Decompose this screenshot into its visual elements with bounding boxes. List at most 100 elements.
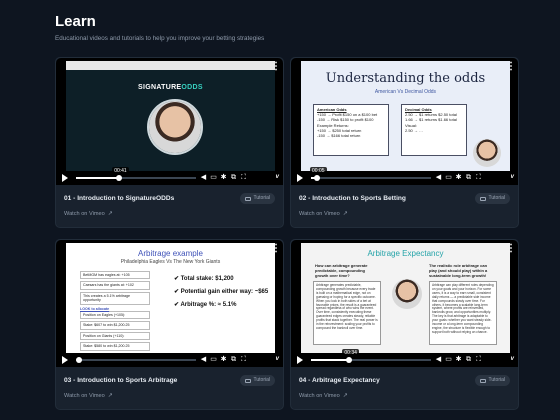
video-title: 01 - Introduction to SignatureODDs <box>64 195 175 202</box>
fullscreen-icon[interactable]: ⛶ <box>240 356 247 363</box>
pip-icon[interactable]: ⧉ <box>465 174 472 181</box>
progress-fill <box>76 177 120 179</box>
external-link-icon: ↗ <box>342 211 348 217</box>
play-icon[interactable] <box>297 356 303 364</box>
player-controls: 00:34 ◀ ▭ ✱ ⧉ ⛶ v <box>291 349 518 367</box>
pip-icon[interactable]: ⧉ <box>465 356 472 363</box>
watch-on-vimeo-link[interactable]: Watch on Vimeo ↗ <box>299 210 348 218</box>
video-card-1: SIGNATUREODDS ⋮ 00:41 ◀ ▭ ✱ ⧉ ⛶ v 01 - I… <box>55 57 284 228</box>
progress-bar[interactable]: 00:34 <box>311 349 431 363</box>
video-card-4: Arbitrage Expectancy How can arbitrage g… <box>290 239 519 410</box>
video-card-2: Understanding the odds American Vs Decim… <box>290 57 519 228</box>
tutorial-badge: Tutorial <box>239 375 275 386</box>
presenter-avatar <box>149 101 201 153</box>
tutorial-badge: Tutorial <box>474 193 510 204</box>
video-thumbnail: Arbitrage Expectancy How can arbitrage g… <box>301 243 510 353</box>
player-controls: 00:05 ◀ ▭ ✱ ⧉ ⛶ v <box>291 167 518 185</box>
vimeo-logo[interactable]: v <box>511 356 514 362</box>
player-controls: ◀ ▭ ✱ ⧉ ⛶ v <box>56 353 283 367</box>
video-title: 02 - Introduction to Sports Betting <box>299 195 406 202</box>
more-options-icon[interactable]: ⋮ <box>506 244 516 256</box>
vimeo-logo[interactable]: v <box>276 174 279 180</box>
more-options-icon[interactable]: ⋮ <box>271 244 281 256</box>
settings-icon[interactable]: ✱ <box>455 174 462 181</box>
video-icon <box>479 378 486 383</box>
odds-notes: BetMGM has eagles at: +105 Caesars has t… <box>80 271 150 353</box>
progress-bar[interactable]: 00:41 <box>76 167 196 181</box>
left-paragraph: Arbitrage generates predictable, compoun… <box>313 281 381 345</box>
video-icon <box>244 196 251 201</box>
tutorial-badge: Tutorial <box>239 193 275 204</box>
settings-icon[interactable]: ✱ <box>220 356 227 363</box>
video-player[interactable]: Understanding the odds American Vs Decim… <box>291 58 518 185</box>
right-paragraph: Arbitrage can play different roles depen… <box>429 281 497 345</box>
external-link-icon: ↗ <box>107 211 113 217</box>
vimeo-logo[interactable]: v <box>511 174 514 180</box>
video-icon <box>244 378 251 383</box>
video-title: 03 - Introduction to Sports Arbitrage <box>64 377 178 384</box>
volume-icon[interactable]: ◀ <box>435 174 442 181</box>
time-tooltip: 00:41 <box>112 167 129 175</box>
captions-icon[interactable]: ▭ <box>445 174 452 181</box>
video-player[interactable]: Arbitrage Expectancy How can arbitrage g… <box>291 240 518 367</box>
slide-subheading: American Vs Decimal Odds <box>374 89 437 95</box>
page-title: Learn <box>55 13 96 30</box>
page-subtitle: Educational videos and tutorials to help… <box>55 35 265 42</box>
tutorial-badge: Tutorial <box>474 375 510 386</box>
watch-on-vimeo-link[interactable]: Watch on Vimeo ↗ <box>64 392 113 400</box>
video-icon <box>479 196 486 201</box>
video-player[interactable]: Arbitrage example Philadelphia Eagles Vs… <box>56 240 283 367</box>
play-icon[interactable] <box>62 356 68 364</box>
volume-icon[interactable]: ◀ <box>200 356 207 363</box>
slide-headline: Understanding the odds <box>325 71 486 86</box>
play-icon[interactable] <box>62 174 68 182</box>
pip-icon[interactable]: ⧉ <box>230 356 237 363</box>
progress-knob[interactable] <box>346 357 353 363</box>
volume-icon[interactable]: ◀ <box>200 174 207 181</box>
progress-fill <box>311 359 350 361</box>
watch-on-vimeo-link[interactable]: Watch on Vimeo ↗ <box>299 392 348 400</box>
slide-headline: Arbitrage Expectancy <box>367 249 444 258</box>
more-options-icon[interactable]: ⋮ <box>506 62 516 74</box>
progress-knob[interactable] <box>76 357 82 363</box>
american-odds-box: American Odds +150 → Profit $150 on a $1… <box>313 104 389 156</box>
time-tooltip: 00:05 <box>310 167 327 175</box>
captions-icon[interactable]: ▭ <box>210 356 217 363</box>
pip-icon[interactable]: ⧉ <box>230 174 237 181</box>
progress-knob[interactable] <box>314 175 320 181</box>
presenter-avatar <box>392 279 422 309</box>
progress-bar[interactable] <box>76 357 196 363</box>
settings-icon[interactable]: ✱ <box>455 356 462 363</box>
video-card-3: Arbitrage example Philadelphia Eagles Vs… <box>55 239 284 410</box>
watch-on-vimeo-link[interactable]: Watch on Vimeo ↗ <box>64 210 113 218</box>
presenter-avatar <box>473 139 501 167</box>
brand-logo: SIGNATUREODDS <box>138 84 203 91</box>
play-icon[interactable] <box>297 174 303 182</box>
video-thumbnail: Understanding the odds American Vs Decim… <box>301 61 510 171</box>
slide-subheading: Philadelphia Eagles Vs The New York Gian… <box>120 259 221 265</box>
volume-icon[interactable]: ◀ <box>435 356 442 363</box>
browser-bar <box>66 61 275 70</box>
decimal-odds-box: Decimal Odds 2.50 → $1 returns $2.50 tot… <box>401 104 467 156</box>
arbitrage-stats: ✔ Total stake: $1,200 ✔ Potential gain e… <box>174 276 269 308</box>
time-tooltip: 00:34 <box>342 349 359 357</box>
more-options-icon[interactable]: ⋮ <box>271 62 281 74</box>
right-question: The realistic role arbitrage can play (a… <box>429 263 488 278</box>
captions-icon[interactable]: ▭ <box>445 356 452 363</box>
slide-headline: Arbitrage example <box>138 249 203 258</box>
progress-bar[interactable]: 00:05 <box>310 167 431 181</box>
external-link-icon: ↗ <box>107 393 113 399</box>
left-question: How can arbitrage generate predictable, … <box>315 263 368 278</box>
fullscreen-icon[interactable]: ⛶ <box>240 174 247 181</box>
fullscreen-icon[interactable]: ⛶ <box>475 356 482 363</box>
captions-icon[interactable]: ▭ <box>210 174 217 181</box>
video-thumbnail: Arbitrage example Philadelphia Eagles Vs… <box>66 243 275 353</box>
player-controls: 00:41 ◀ ▭ ✱ ⧉ ⛶ v <box>56 167 283 185</box>
video-thumbnail: SIGNATUREODDS <box>66 61 275 171</box>
progress-knob[interactable] <box>116 175 123 181</box>
video-player[interactable]: SIGNATUREODDS ⋮ 00:41 ◀ ▭ ✱ ⧉ ⛶ v <box>56 58 283 185</box>
settings-icon[interactable]: ✱ <box>220 174 227 181</box>
fullscreen-icon[interactable]: ⛶ <box>475 174 482 181</box>
video-title: 04 - Arbitrage Expectancy <box>299 377 380 384</box>
vimeo-logo[interactable]: v <box>276 356 279 362</box>
